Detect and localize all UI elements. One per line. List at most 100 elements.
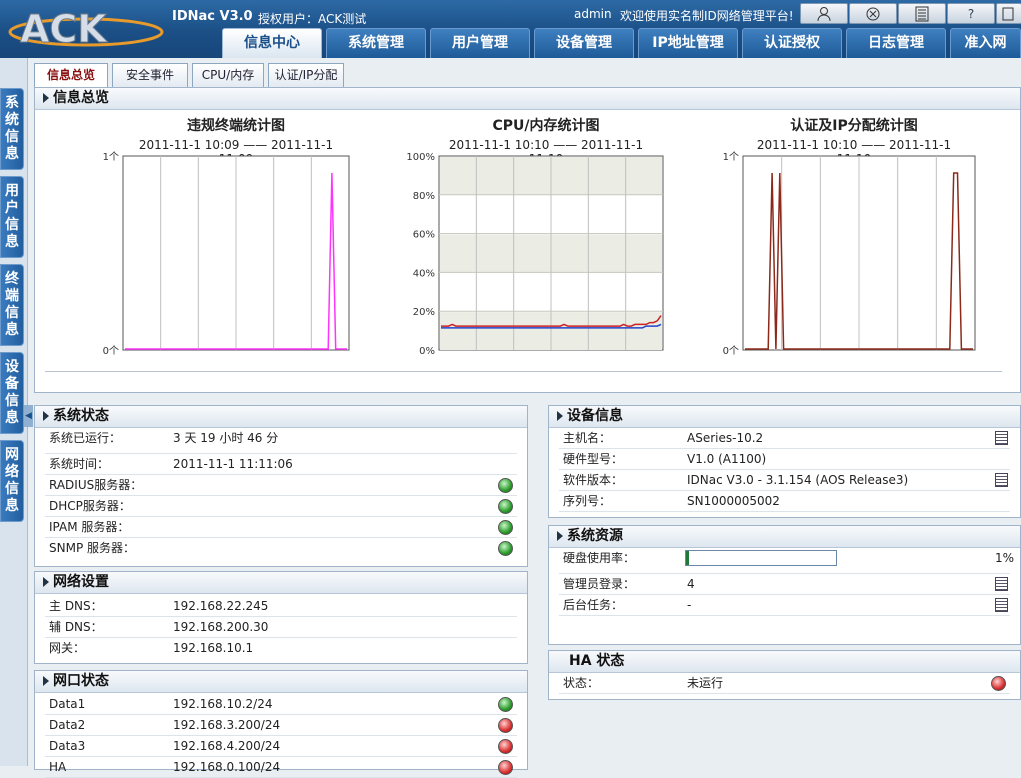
help-button[interactable]: ? [947, 3, 995, 24]
serial-value: SN1000005002 [687, 494, 780, 508]
logo-text: ACK [20, 7, 108, 50]
status-error-icon [498, 718, 513, 733]
side-tab-terminal-info[interactable]: 终端信息 [0, 264, 24, 346]
admin-login-row: 管理员登录： 4 [559, 574, 1010, 595]
triangle-right-icon [557, 531, 563, 541]
ha-status-panel: HA 状态 状态： 未运行 [548, 650, 1021, 700]
disk-usage-fill [686, 551, 689, 565]
device-title: 设备信息 [567, 408, 623, 424]
ack-logo: ACK [8, 7, 164, 50]
server-row-dhcp: DHCP服务器： [45, 496, 517, 517]
port-row-data1: Data1 192.168.10.2/24 [45, 694, 517, 715]
current-user: admin [574, 7, 612, 21]
help-icon: ? [967, 6, 975, 21]
y-tick-label: 20% [413, 307, 435, 318]
user-profile-button[interactable] [800, 3, 848, 24]
serial-label: 序列号： [563, 494, 612, 508]
disk-usage-bar [685, 550, 837, 566]
status-ok-icon [498, 541, 513, 556]
tab-log-management[interactable]: 日志管理 [846, 28, 946, 58]
y-tick-label: 40% [413, 268, 435, 279]
triangle-right-icon [43, 93, 49, 103]
background-task-row: 后台任务： - [559, 595, 1010, 616]
ha-status-label: 状态： [563, 676, 600, 690]
subtab-cpu-memory[interactable]: CPU/内存 [192, 63, 264, 87]
tab-user-management[interactable]: 用户管理 [430, 28, 530, 58]
dns-secondary-row: 辅 DNS： 192.168.200.30 [45, 617, 517, 638]
side-tab-device-info[interactable]: 设备信息 [0, 352, 24, 434]
ports-header: 网口状态 [35, 671, 527, 693]
ha-status-row: 状态： 未运行 [559, 673, 1010, 694]
port-name: Data1 [49, 697, 86, 711]
y-tick-label: 100% [406, 152, 435, 163]
gateway-label: 网关： [49, 641, 86, 655]
dns-primary-label: 主 DNS： [49, 599, 103, 613]
admin-login-label: 管理员登录： [563, 577, 636, 591]
network-settings-panel: 网络设置 主 DNS： 192.168.22.245 辅 DNS： 192.168.… [34, 571, 528, 664]
exit-button[interactable] [996, 3, 1021, 24]
server-label: IPAM 服务器： [49, 520, 130, 534]
tab-access-network[interactable]: 准入网 [950, 28, 1021, 58]
network-title: 网络设置 [53, 574, 109, 590]
product-name: IDNac V3.0 [172, 9, 253, 24]
background-task-value: - [687, 598, 692, 612]
y-tick-label: 0% [419, 346, 435, 357]
tab-system-management[interactable]: 系统管理 [326, 28, 426, 58]
software-label: 软件版本： [563, 473, 624, 487]
subtab-security-events[interactable]: 安全事件 [112, 63, 188, 87]
status-ok-icon [498, 697, 513, 712]
subtab-auth-ip[interactable]: 认证/IP分配 [268, 63, 344, 87]
side-tab-network-info[interactable]: 网络信息 [0, 440, 24, 522]
side-tab-system-info[interactable]: 系统信息 [0, 88, 24, 170]
user-icon [817, 6, 831, 21]
system-time-row: 系统时间： 2011-11-1 11:11:06 [45, 454, 517, 475]
serial-row: 序列号： SN1000005002 [559, 491, 1010, 512]
overview-title: 信息总览 [53, 90, 109, 106]
port-name: Data3 [49, 739, 86, 753]
y-tick-label: 1个 [103, 151, 119, 163]
disk-usage-row: 硬盘使用率： 1% [559, 548, 1014, 574]
exit-icon [1002, 7, 1014, 20]
tab-device-management[interactable]: 设备管理 [534, 28, 634, 58]
side-tab-user-info[interactable]: 用户信息 [0, 176, 24, 258]
port-row-ha: HA 192.168.0.100/24 [45, 757, 517, 778]
status-error-icon [991, 676, 1006, 691]
triangle-right-icon [557, 411, 563, 421]
document-icon[interactable] [995, 598, 1008, 612]
triangle-right-icon [43, 411, 49, 421]
server-label: RADIUS服务器： [49, 478, 143, 492]
system-status-header: 系统状态 [35, 406, 527, 428]
tab-info-center[interactable]: 信息中心 [222, 28, 322, 58]
tab-ip-management[interactable]: IP地址管理 [638, 28, 738, 58]
device-info-panel: 设备信息 主机名： ASeries-10.2 硬件型号： V1.0 (A1100) … [548, 405, 1021, 518]
y-tick-label: 0个 [723, 345, 739, 357]
collapse-sidebar-icon[interactable]: ◀ [24, 405, 33, 427]
uptime-label: 系统已运行： [49, 431, 122, 445]
hardware-label: 硬件型号： [563, 452, 624, 466]
hostname-row: 主机名： ASeries-10.2 [559, 428, 1010, 449]
port-row-data2: Data2 192.168.3.200/24 [45, 715, 517, 736]
document-icon[interactable] [995, 473, 1008, 487]
status-ok-icon [498, 520, 513, 535]
system-resources-panel: 系统资源 硬盘使用率： 1% 管理员登录： 4 后台任务： - [548, 525, 1021, 645]
resources-header: 系统资源 [549, 526, 1020, 548]
document-icon[interactable] [995, 577, 1008, 591]
port-name: HA [49, 760, 67, 774]
subtab-overview[interactable]: 信息总览 [34, 63, 108, 87]
ha-status-value: 未运行 [687, 676, 724, 690]
system-status-title: 系统状态 [53, 408, 109, 424]
status-error-icon [498, 739, 513, 754]
port-address: 192.168.10.2/24 [173, 697, 273, 711]
tab-auth[interactable]: 认证授权 [742, 28, 842, 58]
system-time-label: 系统时间： [49, 457, 110, 471]
device-header: 设备信息 [549, 406, 1020, 428]
network-icon [866, 7, 880, 20]
software-value: IDNac V3.0 - 3.1.154 (AOS Release3) [687, 473, 909, 487]
edit-icon[interactable] [995, 431, 1008, 445]
dns-secondary-label: 辅 DNS： [49, 620, 103, 634]
calculator-button[interactable] [898, 3, 946, 24]
software-row: 软件版本： IDNac V3.0 - 3.1.154 (AOS Release3) [559, 470, 1010, 491]
dns-secondary-value: 192.168.200.30 [173, 620, 269, 634]
network-button[interactable] [849, 3, 897, 24]
dns-primary-row: 主 DNS： 192.168.22.245 [45, 596, 517, 617]
